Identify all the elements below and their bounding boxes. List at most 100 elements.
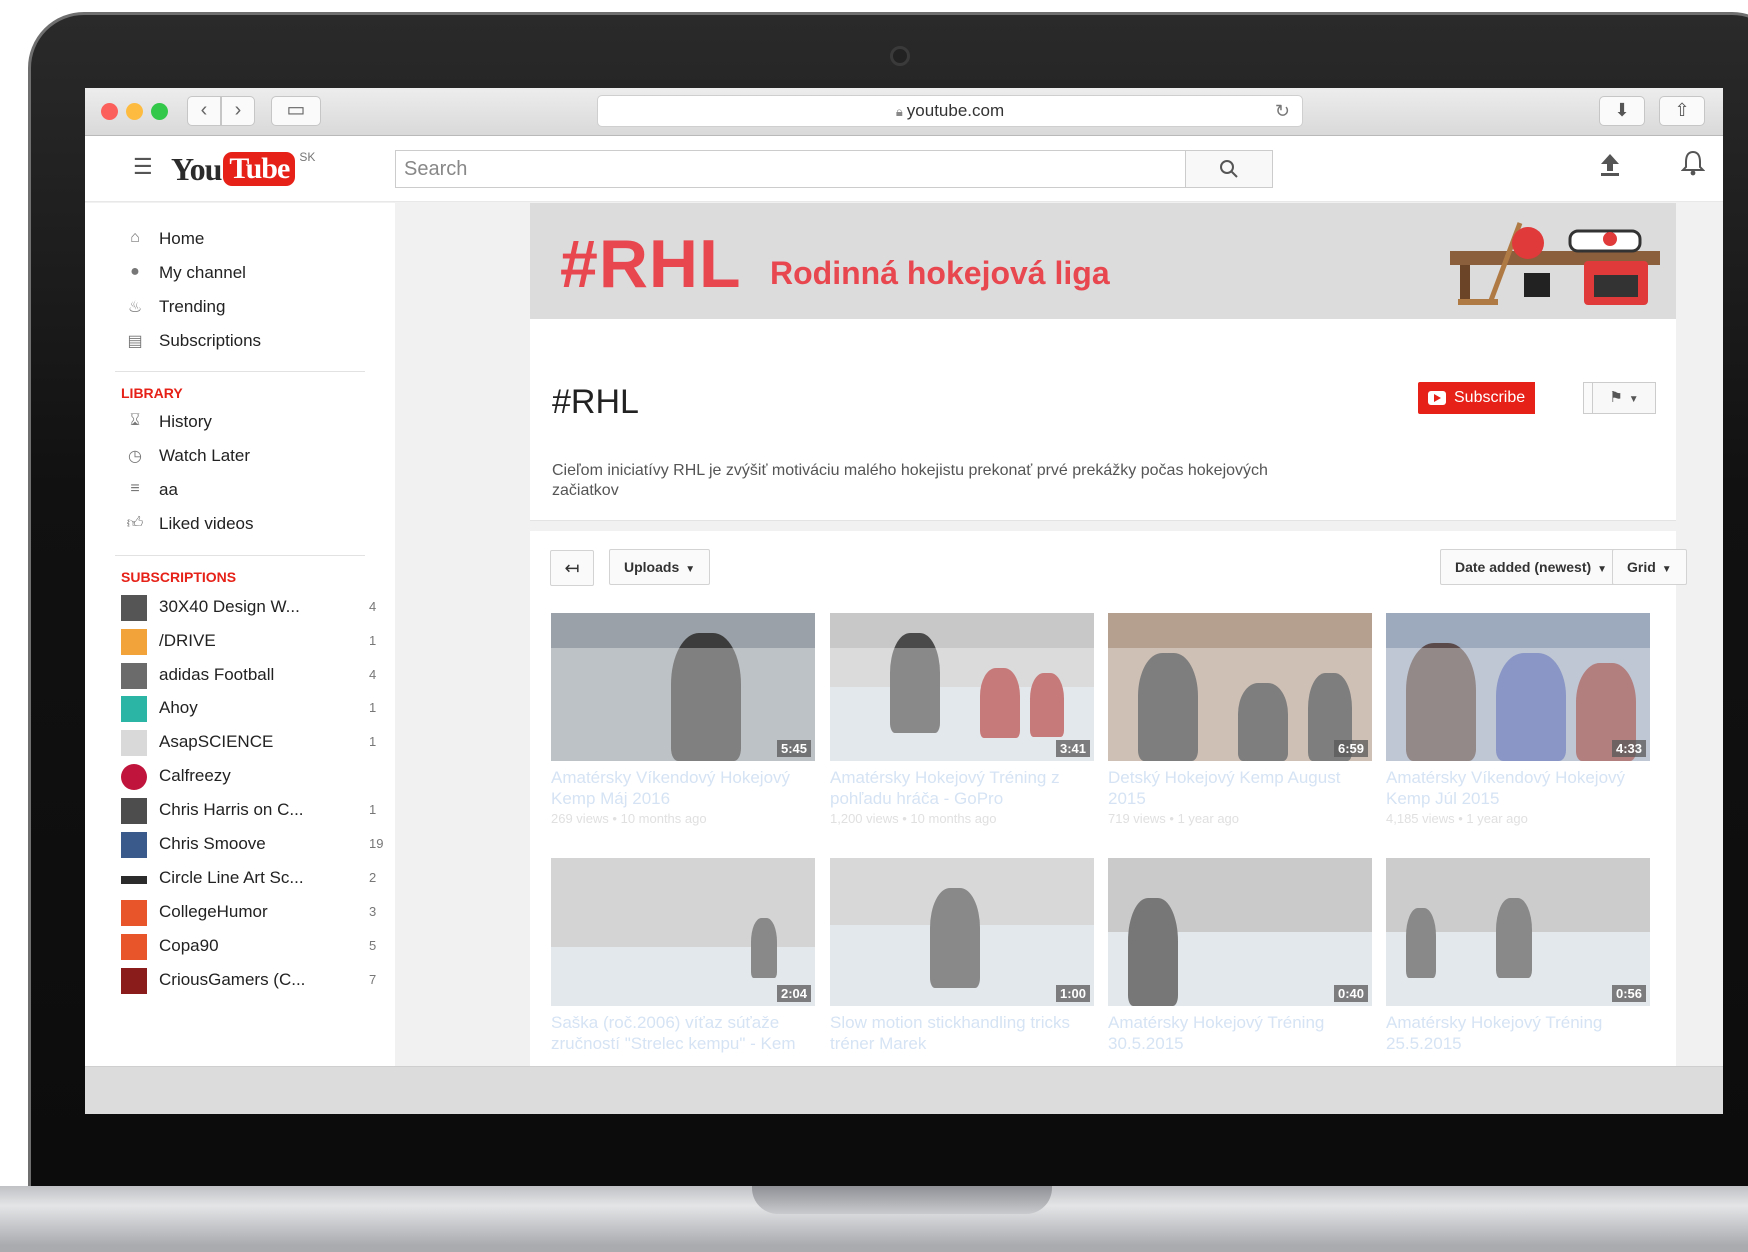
video-title[interactable]: Amatérsky Hokejový Tréning 30.5.2015 (1108, 1012, 1370, 1054)
video-meta: 4,185 views • 1 year ago (1386, 811, 1528, 826)
subscription-label: /DRIVE (159, 631, 216, 650)
chevron-down-icon: ▼ (1661, 564, 1672, 575)
sidebar-item-subscriptions[interactable]: ▤ Subscriptions (119, 327, 379, 357)
video-title[interactable]: Amatérsky Hokejový Tréning z pohľadu hrá… (830, 767, 1092, 809)
address-url: youtube.com (906, 101, 1005, 120)
uploads-dropdown[interactable]: Uploads ▼ (609, 549, 711, 585)
menu-icon[interactable]: ☰ (133, 154, 153, 180)
subscription-item[interactable]: Circle Line Art Sc... 2 (119, 864, 379, 894)
sidebar-item-history[interactable]: ⌛︎ History (119, 408, 379, 438)
video-title[interactable]: Amatérsky Víkendový Hokejový Kemp Máj 20… (551, 767, 813, 809)
player-figure (1138, 653, 1198, 761)
subscribe-label: Subscribe (1454, 389, 1526, 406)
subscriptions-heading: SUBSCRIPTIONS (121, 569, 237, 585)
video-title[interactable]: Slow motion stickhandling tricks tréner … (830, 1012, 1092, 1054)
video-title[interactable]: Saška (roč.2006) víťaz súťaže zručností … (551, 1012, 813, 1054)
zoom-window-button[interactable] (151, 103, 168, 120)
video-title[interactable]: Amatérsky Víkendový Hokejový Kemp Júl 20… (1386, 767, 1648, 809)
video-thumbnail[interactable]: 1:00 (830, 858, 1094, 1006)
minimize-window-button[interactable] (126, 103, 143, 120)
home-icon: ⌂ (130, 229, 140, 246)
video-duration: 0:40 (1333, 985, 1368, 1002)
subscription-item[interactable]: CriousGamers (C... 7 (119, 966, 379, 996)
subscription-count: 1 (369, 633, 377, 648)
player-figure (890, 633, 940, 733)
browser-forward-button[interactable]: › (221, 96, 255, 126)
video-card[interactable]: 4:33 Amatérsky Víkendový Hokejový Kemp J… (1386, 613, 1650, 826)
player-figure (1406, 643, 1476, 761)
subscription-count: 4 (369, 667, 377, 682)
share-icon[interactable]: ⇧ (1659, 96, 1705, 126)
sidebar-item-my-channel[interactable]: ● My channel (119, 259, 379, 289)
sidebar-toggle-icon[interactable]: ▭ (271, 96, 321, 126)
video-thumbnail[interactable]: 3:41 (830, 613, 1094, 761)
video-thumbnail[interactable]: 2:04 (551, 858, 815, 1006)
view-label: Grid (1627, 559, 1656, 575)
subscription-item[interactable]: Ahoy 1 (119, 694, 379, 724)
sort-dropdown[interactable]: Date added (newest) ▼ (1440, 549, 1623, 585)
video-thumbnail[interactable]: 4:33 (1386, 613, 1650, 761)
video-thumbnail[interactable]: 0:40 (1108, 858, 1372, 1006)
screen-bottom-bar (85, 1066, 1723, 1114)
video-card[interactable]: 0:56 Amatérsky Hokejový Tréning 25.5.201… (1386, 858, 1650, 1068)
sidebar-item-playlist-aa[interactable]: ≡ aa (119, 476, 379, 506)
video-duration: 6:59 (1333, 740, 1368, 757)
sidebar-item-trending[interactable]: ♨ Trending (119, 293, 379, 323)
hockey-gear-illustration (1450, 222, 1660, 305)
subscription-item[interactable]: CollegeHumor 3 (119, 898, 379, 928)
close-window-button[interactable] (101, 103, 118, 120)
subscription-item[interactable]: Chris Harris on C... 1 (119, 796, 379, 826)
reload-icon[interactable]: ↻ (1275, 96, 1290, 126)
sidebar: ⌂ Home ● My channel ♨ Trending ▤ Subscri… (85, 203, 395, 1066)
player-figure (671, 633, 741, 761)
youtube-logo[interactable]: You Tube SK (171, 148, 315, 190)
video-card[interactable]: 1:00 Slow motion stickhandling tricks tr… (830, 858, 1094, 1068)
video-meta: 1,200 views • 10 months ago (830, 811, 997, 826)
notifications-bell-icon[interactable] (1680, 150, 1706, 183)
clock-icon: ◷ (128, 448, 142, 465)
channel-avatar (121, 968, 147, 994)
upload-icon[interactable] (1599, 152, 1621, 183)
video-duration: 1:00 (1055, 985, 1090, 1002)
video-duration: 2:04 (776, 985, 811, 1002)
video-card[interactable]: 2:04 Saška (roč.2006) víťaz súťaže zručn… (551, 858, 815, 1068)
browser-toolbar: ‹ › ▭ 🔒︎ youtube.com ↻ ⬇ ⇧ (85, 88, 1723, 136)
downloads-icon[interactable]: ⬇ (1599, 96, 1645, 126)
camera-icon (890, 46, 910, 66)
subscription-item[interactable]: 30X40 Design W... 4 (119, 593, 379, 623)
video-title[interactable]: Amatérsky Hokejový Tréning 25.5.2015 (1386, 1012, 1648, 1054)
subscription-label: AsapSCIENCE (159, 732, 274, 751)
sidebar-item-liked-videos[interactable]: 👍︎ Liked videos (119, 510, 379, 540)
video-duration: 4:33 (1611, 740, 1646, 757)
browser-back-button[interactable]: ‹ (187, 96, 221, 126)
subscription-label: CollegeHumor (159, 902, 268, 921)
subscription-item[interactable]: Calfreezy (119, 762, 379, 792)
video-title[interactable]: Detský Hokejový Kemp August 2015 (1108, 767, 1370, 809)
video-card[interactable]: 5:45 Amatérsky Víkendový Hokejový Kemp M… (551, 613, 815, 826)
flame-icon: ♨ (127, 299, 143, 316)
sidebar-item-home[interactable]: ⌂ Home (119, 225, 379, 255)
sidebar-item-watch-later[interactable]: ◷ Watch Later (119, 442, 379, 472)
back-button[interactable]: ↤ (550, 550, 594, 586)
address-bar[interactable]: 🔒︎ youtube.com ↻ (597, 95, 1303, 127)
banner-subtitle: Rodinná hokejová liga (770, 255, 1110, 291)
channel-avatar (121, 832, 147, 858)
search-button[interactable] (1185, 150, 1273, 188)
subscription-item[interactable]: /DRIVE 1 (119, 627, 379, 657)
search-input[interactable]: Search (395, 150, 1185, 188)
subscription-item[interactable]: Copa90 5 (119, 932, 379, 962)
video-card[interactable]: 3:41 Amatérsky Hokejový Tréning z pohľad… (830, 613, 1094, 826)
banner-hashtag: #RHL (560, 226, 742, 302)
subscription-item[interactable]: adidas Football 4 (119, 661, 379, 691)
video-thumbnail[interactable]: 5:45 (551, 613, 815, 761)
video-thumbnail[interactable]: 0:56 (1386, 858, 1650, 1006)
video-card[interactable]: 0:40 Amatérsky Hokejový Tréning 30.5.201… (1108, 858, 1372, 1068)
subscribe-button[interactable]: Subscribe (1418, 382, 1536, 414)
subscription-item[interactable]: Chris Smoove 19 (119, 830, 383, 860)
subscription-label: Calfreezy (159, 766, 231, 785)
video-card[interactable]: 6:59 Detský Hokejový Kemp August 2015 71… (1108, 613, 1372, 826)
view-dropdown[interactable]: Grid ▼ (1612, 549, 1687, 585)
video-thumbnail[interactable]: 6:59 (1108, 613, 1372, 761)
subscription-item[interactable]: AsapSCIENCE 1 (119, 728, 379, 758)
flag-menu-button[interactable]: ⚑ ▼ (1592, 382, 1656, 414)
